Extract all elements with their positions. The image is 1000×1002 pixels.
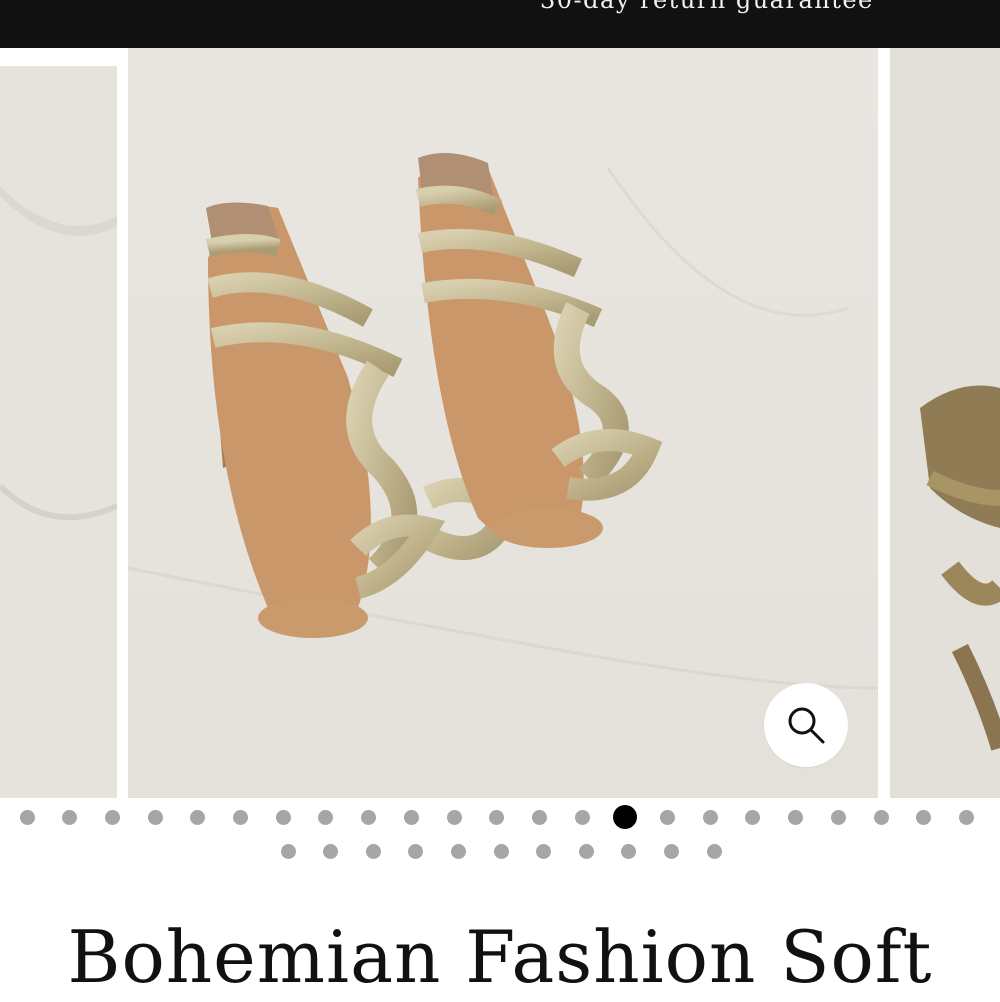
carousel-dot[interactable] [446,809,462,825]
carousel-dot[interactable] [536,843,552,859]
carousel-dot[interactable] [916,809,932,825]
carousel-dot[interactable] [574,809,590,825]
product-title: Bohemian Fashion Soft [67,915,933,999]
carousel-dot[interactable] [531,809,547,825]
magnifier-icon [788,707,825,744]
carousel-dot[interactable] [706,843,722,859]
carousel-dot[interactable] [233,809,248,825]
carousel-dot[interactable] [280,843,296,859]
carousel-dot[interactable] [873,809,889,825]
carousel-dot[interactable] [493,843,509,859]
carousel-dot[interactable] [745,809,761,825]
carousel-dot[interactable] [190,809,206,825]
previous-slide-image[interactable] [0,66,117,798]
carousel-dot[interactable] [788,809,804,825]
carousel-dot[interactable] [365,843,381,859]
carousel-dot[interactable] [489,809,505,825]
announcement-text: 30-day return guarantee [540,0,874,14]
carousel-dot[interactable] [361,809,377,825]
carousel-dot[interactable] [830,809,846,825]
product-image-carousel[interactable] [0,48,1000,798]
carousel-dot[interactable] [403,809,419,825]
carousel-dots [0,800,1000,870]
carousel-dot[interactable] [104,809,120,825]
next-slide-image[interactable] [890,48,1000,798]
announcement-bar: 30-day return guarantee [0,0,1000,48]
sandals-photo [128,48,878,798]
carousel-dot[interactable] [323,843,339,859]
carousel-dot[interactable] [578,843,594,859]
carousel-dot[interactable] [62,809,78,825]
carousel-dot[interactable] [621,843,637,859]
zoom-button[interactable] [764,683,848,767]
carousel-dot[interactable] [702,809,718,825]
carousel-dot-active[interactable] [612,805,637,829]
carousel-dot[interactable] [663,843,679,859]
carousel-dot[interactable] [408,843,424,859]
carousel-dot[interactable] [147,809,163,825]
main-slide-image[interactable] [128,48,878,798]
carousel-dot[interactable] [275,809,291,825]
carousel-dot[interactable] [318,809,334,825]
carousel-dot[interactable] [660,809,675,825]
carousel-dot[interactable] [19,809,35,825]
carousel-dot[interactable] [450,843,466,859]
carousel-dot[interactable] [958,809,974,825]
